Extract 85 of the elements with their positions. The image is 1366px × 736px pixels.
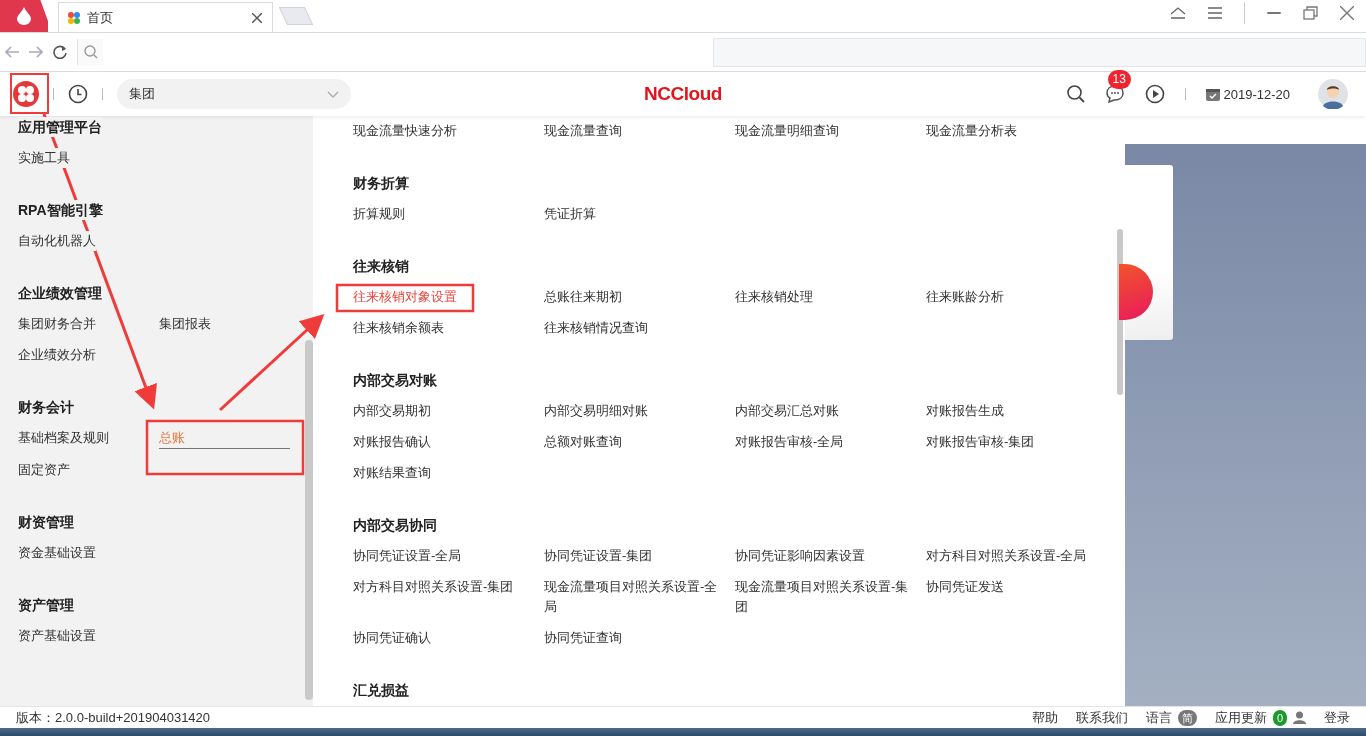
language-badge: 简	[1177, 709, 1197, 726]
menu-link[interactable]: 对方科目对照关系设置-集团	[353, 577, 544, 617]
menu-link[interactable]: 现金流量快速分析	[353, 121, 544, 141]
menu-group-heading: 汇兑损益	[353, 681, 410, 700]
menu-link[interactable]: 协同凭证发送	[926, 577, 1117, 617]
menu-icon[interactable]	[1208, 7, 1222, 19]
menu-link[interactable]: 内部交易期初	[353, 401, 544, 421]
menu-link[interactable]: 对账报告审核-集团	[926, 432, 1117, 452]
menu-link[interactable]: 对账报告审核-全局	[735, 432, 926, 452]
language-link[interactable]: 语言	[1145, 708, 1172, 727]
menu-link[interactable]: 往来核销余额表	[353, 318, 544, 338]
search-button[interactable]	[77, 38, 103, 66]
close-icon[interactable]	[1340, 6, 1354, 20]
contact-link[interactable]: 联系我们	[1075, 708, 1128, 727]
tab-title: 首页	[87, 8, 114, 27]
minimize-icon[interactable]	[1267, 11, 1281, 15]
petal-logo-icon	[13, 81, 39, 107]
restore-icon[interactable]	[1303, 6, 1318, 20]
menu-link[interactable]: 内部交易汇总对账	[735, 401, 926, 421]
menu-link[interactable]: 对方科目对照关系设置-全局	[926, 546, 1117, 566]
menu-link[interactable]: 往来账龄分析	[926, 287, 1117, 307]
category-item[interactable]: 自动化机器人	[18, 231, 96, 251]
menu-link[interactable]: 协同凭证确认	[353, 628, 544, 648]
menu-link[interactable]: 凭证折算	[544, 204, 735, 224]
category-item[interactable]: 实施工具	[18, 148, 70, 168]
app-menu-button[interactable]	[13, 81, 39, 107]
menu-link[interactable]: 总账往来期初	[544, 287, 735, 307]
app-logo: NCCloud	[644, 83, 722, 105]
category-heading: 财务会计	[18, 397, 74, 417]
category-heading: 财资管理	[18, 512, 74, 532]
chevron-down-icon	[327, 90, 339, 98]
highlight-frame	[10, 73, 49, 114]
close-icon[interactable]	[252, 12, 262, 23]
menu-link[interactable]: 对账报告生成	[926, 401, 1117, 421]
collapse-icon[interactable]	[1170, 7, 1186, 19]
back-icon[interactable]	[5, 46, 19, 58]
menu-link[interactable]: 总额对账查询	[544, 432, 735, 452]
browser-tab[interactable]: 首页	[58, 2, 273, 32]
reload-icon[interactable]	[53, 45, 67, 59]
menu-link[interactable]: 内部交易明细对账	[544, 401, 735, 421]
help-link[interactable]: 帮助	[1031, 708, 1058, 727]
avatar-icon[interactable]	[1318, 79, 1348, 109]
menu-link[interactable]: 现金流量项目对照关系设置-全局	[544, 577, 735, 617]
clock-icon[interactable]	[68, 84, 88, 104]
menu-link[interactable]: 现金流量分析表	[926, 121, 1117, 141]
date-text: 2019-12-20	[1223, 86, 1290, 102]
chat-bubble-icon[interactable]	[1104, 84, 1125, 104]
menu-link[interactable]: 协同凭证设置-集团	[544, 546, 735, 566]
menu-link[interactable]: 协同凭证影响因素设置	[735, 546, 926, 566]
search-icon[interactable]	[1066, 85, 1085, 103]
search-icon	[83, 45, 98, 59]
scrollbar-thumb[interactable]	[305, 340, 313, 700]
browser-logo-tab[interactable]	[0, 0, 48, 32]
category-heading: 资产管理	[18, 595, 74, 615]
menu-link[interactable]: 折算规则	[353, 204, 544, 224]
menu-link[interactable]: 协同凭证查询	[544, 628, 735, 648]
version-text: 版本：2.0.0-build+201904031420	[16, 708, 211, 727]
play-circle-icon[interactable]	[1144, 84, 1165, 104]
category-heading: 企业绩效管理	[18, 283, 102, 303]
menu-link[interactable]: 对账结果查询	[353, 463, 544, 483]
category-heading: RPA智能引擎	[18, 200, 103, 220]
menu-group-heading: 往来核销	[353, 257, 410, 276]
user-icon	[1293, 711, 1306, 724]
menu-link[interactable]: 往来核销情况查询	[544, 318, 735, 338]
calendar-icon	[1205, 87, 1220, 101]
menu-link[interactable]: 对账报告确认	[353, 432, 544, 452]
menu-group-heading: 财务折算	[353, 174, 410, 193]
menu-link[interactable]: 往来核销处理	[735, 287, 926, 307]
colored-dots-icon	[67, 10, 81, 25]
forward-icon[interactable]	[29, 46, 43, 58]
login-link[interactable]: 登录	[1324, 708, 1350, 727]
address-field[interactable]	[713, 37, 1366, 67]
menu-link[interactable]: 现金流量查询	[544, 121, 735, 141]
menu-link[interactable]: 协同凭证设置-全局	[353, 546, 544, 566]
updates-badge: 0	[1272, 709, 1287, 726]
updates-link[interactable]: 应用更新	[1214, 708, 1267, 727]
menu-link[interactable]: 现金流量明细查询	[735, 121, 926, 141]
drop-icon	[17, 6, 31, 25]
org-dropdown[interactable]: 集团	[117, 79, 351, 109]
menu-link[interactable]: 往来核销对象设置	[353, 287, 544, 307]
menu-link[interactable]: 现金流量项目对照关系设置-集团	[735, 577, 926, 617]
menu-group-heading: 内部交易协同	[353, 516, 438, 535]
category-heading: 应用管理平台	[18, 117, 102, 137]
notification-badge: 13	[1107, 70, 1131, 89]
menu-group-heading: 内部交易对账	[353, 371, 438, 390]
